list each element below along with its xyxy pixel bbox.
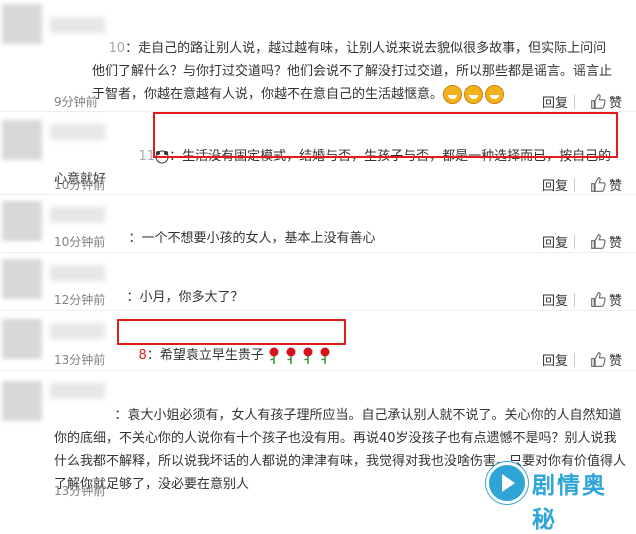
avatar[interactable] <box>2 319 42 359</box>
user-id-suffix[interactable]: 10 <box>109 41 126 56</box>
like-label: 赞 <box>609 294 623 309</box>
avatar[interactable] <box>2 201 42 241</box>
emoji-laugh-icon <box>485 85 505 104</box>
divider <box>574 293 575 307</box>
comment-time: 10分钟前 <box>54 178 106 192</box>
avatar[interactable] <box>2 381 42 421</box>
highlight-box <box>117 319 346 345</box>
comment-time: 10分钟前 <box>54 235 106 249</box>
reply-button[interactable]: 回复 <box>542 290 568 309</box>
comment-time: 13分钟前 <box>54 484 106 498</box>
thumbs-up-icon <box>591 352 606 367</box>
play-logo-icon <box>486 462 528 504</box>
divider <box>574 235 575 249</box>
avatar[interactable] <box>2 259 42 299</box>
comment-time: 13分钟前 <box>54 353 106 367</box>
comment-text: ：走自己的路让别人说，越过越有味，让别人说来说去貌似很多故事，但实际上问问他们了… <box>92 41 613 102</box>
comment-text: ：一个不想要小孩的女人，基本上没有善心 <box>128 231 376 246</box>
watermark-text: 剧情奥秘 <box>532 473 607 533</box>
highlight-box <box>153 112 618 158</box>
comment-text: ：小月，你多大了？ <box>126 290 244 305</box>
rose-icon <box>269 347 279 364</box>
thumbs-up-icon <box>591 177 606 192</box>
reply-button[interactable]: 回复 <box>542 350 568 369</box>
like-button[interactable]: 赞 <box>590 231 630 251</box>
like-button[interactable]: 赞 <box>590 289 630 309</box>
comment-item: ：一个不想要小孩的女人，基本上没有善心 10分钟前 回复 赞 <box>0 195 636 253</box>
comment-item: 8：希望袁立早生贵子 13分钟前 回复 赞 <box>0 311 636 371</box>
like-label: 赞 <box>609 236 623 251</box>
thumbs-up-icon <box>591 94 606 109</box>
divider <box>574 95 575 109</box>
emoji-laugh-icon <box>464 85 484 104</box>
like-label: 赞 <box>609 96 623 111</box>
user-id-suffix[interactable]: 8 <box>139 348 147 363</box>
rose-icon <box>286 347 296 364</box>
like-button[interactable]: 赞 <box>590 91 630 111</box>
username[interactable] <box>50 323 105 339</box>
thumbs-up-icon <box>591 292 606 307</box>
comment-item: 11 ：生活没有固定模式，结婚与否，生孩子与否，都是一种选择而已，按自己的心意就好… <box>0 112 636 195</box>
emoji-laugh-icon <box>443 85 463 104</box>
avatar[interactable] <box>2 4 42 44</box>
divider <box>574 353 575 367</box>
comment-item: 10：走自己的路让别人说，越过越有味，让别人说来说去貌似很多故事，但实际上问问他… <box>0 0 636 112</box>
divider <box>574 178 575 192</box>
rose-icon <box>303 347 313 364</box>
username[interactable] <box>50 207 105 223</box>
avatar[interactable] <box>2 120 42 160</box>
like-button[interactable]: 赞 <box>590 174 630 194</box>
comment-text: ：希望袁立早生贵子 <box>146 348 264 363</box>
reply-button[interactable]: 回复 <box>542 92 568 111</box>
reply-button[interactable]: 回复 <box>542 232 568 251</box>
watermark: 剧情奥秘 <box>480 456 630 533</box>
like-label: 赞 <box>609 179 623 194</box>
reply-button[interactable]: 回复 <box>542 175 568 194</box>
username[interactable] <box>50 265 105 281</box>
comment-time: 9分钟前 <box>54 95 98 109</box>
comment-time: 12分钟前 <box>54 293 106 307</box>
thumbs-up-icon <box>591 234 606 249</box>
like-button[interactable]: 赞 <box>590 349 630 369</box>
comment-item: ：小月，你多大了？ 12分钟前 回复 赞 <box>0 253 636 311</box>
like-label: 赞 <box>609 354 623 369</box>
rose-icon <box>320 347 330 364</box>
